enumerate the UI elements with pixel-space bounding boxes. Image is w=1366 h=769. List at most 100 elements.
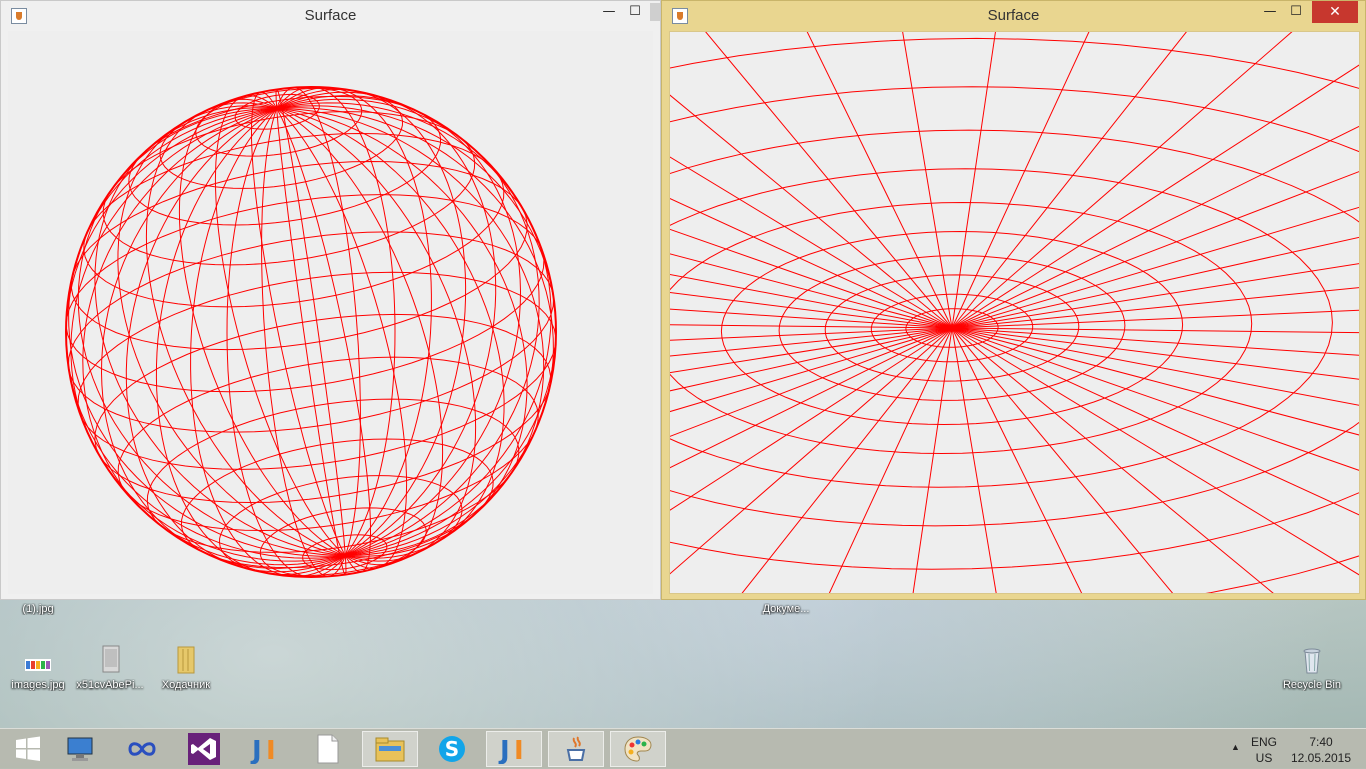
disk-ring bbox=[375, 86, 1366, 570]
minimize-button[interactable]: — bbox=[1256, 1, 1284, 23]
disk-spoke bbox=[784, 327, 953, 691]
disk-spoke bbox=[467, 327, 953, 641]
language-indicator[interactable]: ENG US bbox=[1248, 733, 1280, 767]
taskbar-file-explorer[interactable] bbox=[362, 731, 418, 767]
disk-ring bbox=[571, 168, 1333, 488]
sphere-parallel bbox=[70, 160, 528, 351]
taskbar-java[interactable] bbox=[548, 731, 604, 767]
desktop-icon-label: Recycle Bin bbox=[1282, 679, 1342, 691]
surface-window-disk[interactable]: Surface — ☐ ✕ bbox=[77, 0, 1366, 695]
disk-spoke bbox=[225, 327, 953, 544]
disk-spoke bbox=[951, 235, 1366, 329]
palette-icon bbox=[624, 736, 652, 762]
disk-spoke bbox=[951, 327, 1366, 519]
disk-spoke bbox=[673, 327, 953, 680]
svg-text:J: J bbox=[250, 736, 262, 764]
desktop-icon-label: images.jpg bbox=[11, 679, 65, 691]
disk-spoke bbox=[951, 0, 1105, 329]
taskbar-intellij-2[interactable]: J I bbox=[486, 731, 542, 767]
disk-spoke bbox=[123, 327, 953, 460]
show-hidden-icons-button[interactable]: ▲ bbox=[1231, 742, 1240, 752]
svg-text:J: J bbox=[498, 736, 510, 764]
desktop-icon-recycle-bin[interactable]: Recycle Bin bbox=[1276, 645, 1348, 691]
sphere-meridian bbox=[276, 107, 505, 559]
disk-spoke bbox=[951, 327, 1366, 408]
disk-spoke bbox=[951, 327, 1366, 580]
sphere-meridian bbox=[117, 105, 346, 557]
disk-spoke bbox=[951, 327, 1238, 671]
disk-spoke bbox=[896, 0, 953, 329]
desktop-icon-images-jpg[interactable]: images.jpg bbox=[2, 645, 74, 691]
sphere-parallel bbox=[94, 313, 552, 504]
java-icon bbox=[566, 736, 586, 761]
svg-text:S: S bbox=[445, 737, 459, 761]
image-file-icon bbox=[25, 659, 51, 671]
infinity-icon bbox=[128, 742, 156, 756]
disk-spoke bbox=[77, 327, 953, 367]
sphere-parallel bbox=[67, 231, 555, 433]
taskbar-document[interactable] bbox=[300, 731, 356, 767]
sphere-meridian bbox=[276, 87, 361, 556]
desktop-icon-label: (1).jpg bbox=[22, 603, 54, 615]
skype-icon: S bbox=[439, 736, 465, 762]
start-button[interactable] bbox=[0, 731, 56, 767]
disk-spoke bbox=[567, 327, 953, 664]
disk-spoke bbox=[376, 327, 953, 614]
disk-spoke bbox=[951, 327, 1366, 474]
folder-icon bbox=[177, 646, 195, 674]
maximize-button[interactable]: ☐ bbox=[1282, 1, 1310, 23]
taskbar-infinity-app[interactable] bbox=[114, 731, 170, 767]
desktop-icon-hodachnik[interactable]: Ходачник bbox=[150, 645, 222, 691]
desktop-icon-dokume[interactable]: Докуме... bbox=[750, 603, 822, 615]
disk-spoke bbox=[951, 327, 1014, 693]
surface-canvas bbox=[77, 0, 1366, 695]
file-icon bbox=[102, 645, 120, 673]
desktop-icon-jpg-partial[interactable]: (1).jpg bbox=[2, 603, 74, 615]
keyboard-layout: US bbox=[1255, 751, 1273, 765]
disk-spoke bbox=[951, 286, 1366, 329]
surface-window-sphere[interactable]: Surface — ☐ bbox=[0, 0, 661, 600]
sphere-meridian bbox=[190, 108, 346, 577]
sphere-meridian bbox=[261, 108, 346, 577]
close-button[interactable]: ✕ bbox=[1312, 1, 1358, 23]
computer-icon bbox=[67, 737, 93, 761]
clock[interactable]: 7:40 12.05.2015 bbox=[1288, 733, 1354, 767]
language-code: ENG bbox=[1250, 735, 1277, 749]
sphere-meridian bbox=[275, 89, 346, 556]
taskbar-skype[interactable]: S bbox=[424, 731, 480, 767]
scrollbar-thumb[interactable] bbox=[650, 3, 660, 21]
taskbar-computer[interactable] bbox=[52, 731, 108, 767]
disk-spoke bbox=[951, 59, 1366, 329]
taskbar-paint[interactable] bbox=[610, 731, 666, 767]
clock-date: 12.05.2015 bbox=[1290, 751, 1352, 765]
disk-spoke bbox=[221, 135, 953, 329]
minimize-button[interactable]: — bbox=[595, 1, 623, 23]
sphere-wireframe bbox=[65, 86, 557, 578]
svg-text:I: I bbox=[514, 736, 524, 764]
disk-spoke bbox=[951, 261, 1366, 329]
taskbar-visual-studio[interactable] bbox=[176, 731, 232, 767]
disk-spoke bbox=[951, 327, 1366, 334]
taskbar: J I S J I ▲ ENG US 7:40 12.05.2015 bbox=[0, 728, 1366, 769]
disk-spoke bbox=[951, 122, 1366, 329]
sphere-meridian bbox=[276, 86, 396, 556]
disk-spoke bbox=[951, 168, 1366, 329]
sphere-meridian bbox=[276, 108, 347, 575]
intellij-icon: J I bbox=[498, 736, 524, 764]
title-bar[interactable]: Surface — ☐ bbox=[1, 1, 660, 31]
windows-logo-icon bbox=[16, 736, 40, 761]
disk-spoke bbox=[951, 0, 1001, 329]
disk-ring bbox=[478, 129, 1366, 527]
document-icon bbox=[317, 734, 339, 764]
disk-spoke bbox=[951, 327, 1366, 438]
sphere-meridian bbox=[226, 108, 346, 578]
disk-wireframe bbox=[77, 0, 1366, 695]
desktop-icon-label: x51cvAbePi... bbox=[76, 679, 144, 691]
intellij-icon: J I bbox=[250, 736, 276, 764]
maximize-button[interactable]: ☐ bbox=[621, 1, 649, 23]
desktop-icon-x51cvabepi[interactable]: x51cvAbePi... bbox=[74, 645, 146, 691]
taskbar-intellij-1[interactable]: J I bbox=[238, 731, 294, 767]
desktop-icon-label: Ходачник bbox=[161, 679, 211, 691]
title-bar[interactable]: Surface — ☐ ✕ bbox=[662, 1, 1365, 31]
disk-spoke bbox=[167, 327, 953, 504]
